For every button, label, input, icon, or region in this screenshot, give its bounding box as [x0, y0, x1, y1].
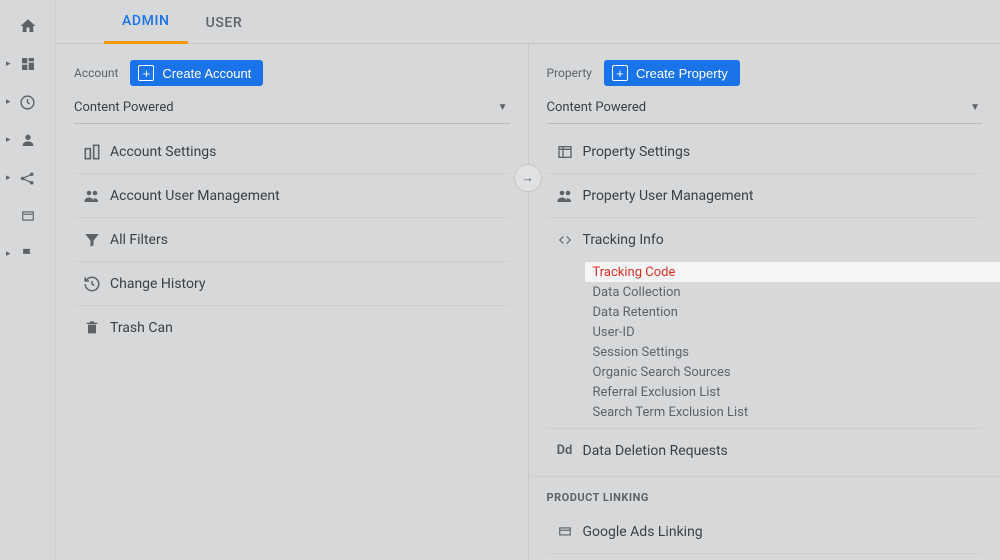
item-label: Google Ads Linking	[583, 524, 703, 540]
rail-home[interactable]	[0, 10, 55, 42]
property-selector[interactable]: Content Powered ▼	[547, 94, 983, 124]
item-label: All Filters	[110, 232, 168, 248]
page-icon	[19, 207, 37, 225]
top-tabs: ADMIN USER	[56, 0, 1000, 44]
account-column: Account + Create Account Content Powered…	[56, 44, 528, 560]
data-deletion-item[interactable]: Dd Data Deletion Requests	[547, 428, 983, 472]
property-settings-item[interactable]: Property Settings	[547, 130, 983, 174]
user-id-subitem[interactable]: User-ID	[585, 322, 983, 342]
change-history-item[interactable]: Change History	[74, 262, 510, 306]
rail-customization[interactable]	[0, 48, 55, 80]
history-icon	[74, 275, 110, 293]
ads-icon	[547, 525, 583, 539]
tab-admin[interactable]: ADMIN	[104, 13, 188, 44]
account-settings-item[interactable]: Account Settings	[74, 130, 510, 174]
item-label: Data Deletion Requests	[583, 443, 728, 459]
property-column: Property + Create Property Content Power…	[529, 44, 1000, 560]
rail-realtime[interactable]	[0, 86, 55, 118]
property-label: Property	[547, 66, 592, 80]
building-icon	[74, 142, 110, 162]
rail-behavior[interactable]	[0, 200, 55, 232]
code-icon	[547, 233, 583, 247]
person-icon	[19, 131, 37, 149]
tab-user[interactable]: USER	[188, 15, 261, 43]
tracking-info-item[interactable]: Tracking Info	[547, 218, 983, 262]
filter-icon	[74, 231, 110, 249]
item-label: Change History	[110, 276, 205, 292]
caret-down-icon: ▼	[970, 102, 980, 113]
left-nav-rail	[0, 0, 56, 560]
account-selector[interactable]: Content Powered ▼	[74, 94, 510, 124]
plus-icon: +	[612, 65, 628, 81]
item-label: Tracking Info	[583, 232, 664, 248]
trash-icon	[74, 319, 110, 337]
rail-conversions[interactable]	[0, 238, 55, 270]
create-property-label: Create Property	[636, 66, 728, 81]
share-icon	[19, 169, 37, 187]
window-icon	[547, 144, 583, 160]
people-icon	[74, 187, 110, 205]
item-label: Account Settings	[110, 144, 216, 160]
account-users-item[interactable]: Account User Management	[74, 174, 510, 218]
rail-acquisition[interactable]	[0, 162, 55, 194]
adsense-linking-item[interactable]: AdSense Linking	[547, 554, 983, 560]
trash-can-item[interactable]: Trash Can	[74, 306, 510, 350]
dashboard-icon	[19, 55, 37, 73]
home-icon	[19, 17, 37, 35]
item-label: Property User Management	[583, 188, 754, 204]
column-collapse-knob[interactable]: →	[514, 164, 542, 192]
all-filters-item[interactable]: All Filters	[74, 218, 510, 262]
data-collection-subitem[interactable]: Data Collection	[585, 282, 983, 302]
column-divider: →	[528, 44, 529, 560]
plus-icon: +	[138, 65, 154, 81]
data-retention-subitem[interactable]: Data Retention	[585, 302, 983, 322]
caret-down-icon: ▼	[498, 102, 508, 113]
tracking-code-subitem[interactable]: Tracking Code	[585, 262, 1000, 282]
dd-icon: Dd	[547, 443, 583, 458]
tracking-sublist: Tracking Code Data Collection Data Reten…	[547, 262, 983, 422]
item-label: Account User Management	[110, 188, 280, 204]
account-label: Account	[74, 66, 118, 80]
create-account-button[interactable]: + Create Account	[130, 60, 263, 86]
product-linking-title: PRODUCT LINKING	[529, 476, 1000, 510]
property-selected-value: Content Powered	[547, 100, 647, 115]
google-ads-linking-item[interactable]: Google Ads Linking	[547, 510, 983, 554]
item-label: Property Settings	[583, 144, 691, 160]
session-settings-subitem[interactable]: Session Settings	[585, 342, 983, 362]
people-icon	[547, 187, 583, 205]
create-account-label: Create Account	[162, 66, 251, 81]
arrow-right-icon: →	[521, 170, 534, 186]
searchterm-exclusion-subitem[interactable]: Search Term Exclusion List	[585, 402, 983, 422]
referral-exclusion-subitem[interactable]: Referral Exclusion List	[585, 382, 983, 402]
rail-audience[interactable]	[0, 124, 55, 156]
clock-icon	[19, 93, 37, 111]
organic-sources-subitem[interactable]: Organic Search Sources	[585, 362, 983, 382]
account-selected-value: Content Powered	[74, 100, 174, 115]
flag-icon	[19, 245, 37, 263]
item-label: Trash Can	[110, 320, 173, 336]
create-property-button[interactable]: + Create Property	[604, 60, 740, 86]
property-users-item[interactable]: Property User Management	[547, 174, 983, 218]
